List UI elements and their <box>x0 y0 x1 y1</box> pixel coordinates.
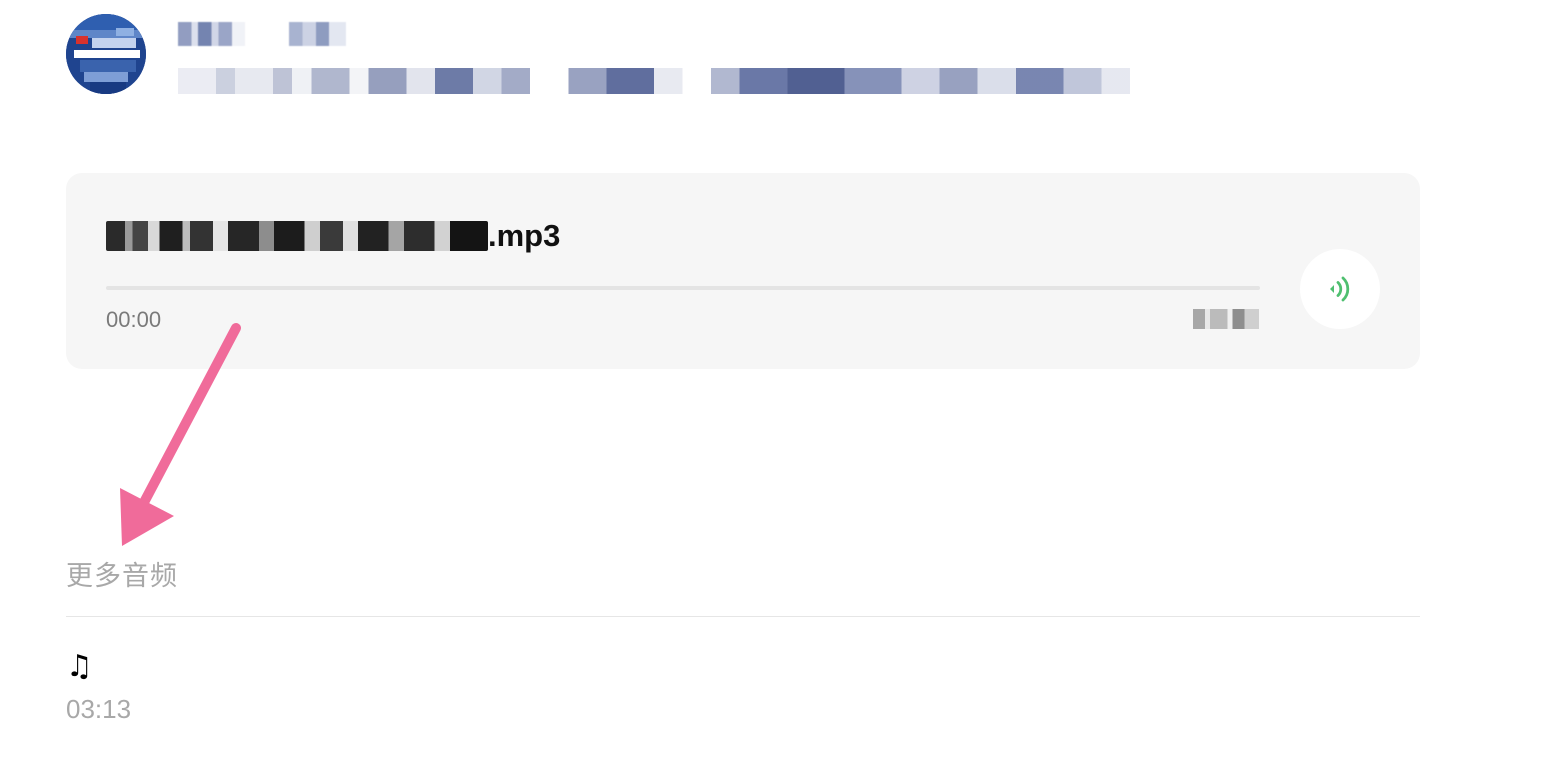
play-button[interactable] <box>1300 249 1380 329</box>
section-divider <box>66 616 1420 617</box>
current-time: 00:00 <box>106 307 162 332</box>
music-note-icon: ♫ <box>66 649 93 684</box>
more-audio-title: 更多音频 <box>66 561 178 591</box>
account-name[interactable]: ▓▓▓▓ ▓▓▓ <box>178 22 346 46</box>
audio-title: ▓▓▓▓▓▓▓▓▓▓▓▓▓▓▓▓▓▓▓.mp3 <box>106 217 560 255</box>
account-description: ▓▓▓▓▓▓▓▓▓▓▓▓▓▓▓▓▓▓▓▓▓▓▓▓▓▓▓▓▓▓▓▓▓▓▓▓▓▓▓▓… <box>178 68 1130 94</box>
sound-wave-icon <box>1330 276 1350 302</box>
total-duration: ▓▓:▓▓ <box>1193 309 1259 329</box>
account-avatar[interactable] <box>66 14 146 94</box>
audio-player-card[interactable]: ▓▓▓▓▓▓▓▓▓▓▓▓▓▓▓▓▓▓▓.mp3 00:00 ▓▓:▓▓ <box>66 173 1420 369</box>
audio-item-duration: 03:13 <box>66 694 132 724</box>
audio-progress-bar[interactable] <box>106 286 1260 290</box>
audio-title-blurred: ▓▓▓▓▓▓▓▓▓▓▓▓▓▓▓▓▓▓▓ <box>106 221 488 251</box>
avatar-image <box>66 14 146 94</box>
audio-list-item[interactable]: ♫ 03:13 <box>66 640 1420 740</box>
audio-title-extension: .mp3 <box>488 218 561 253</box>
